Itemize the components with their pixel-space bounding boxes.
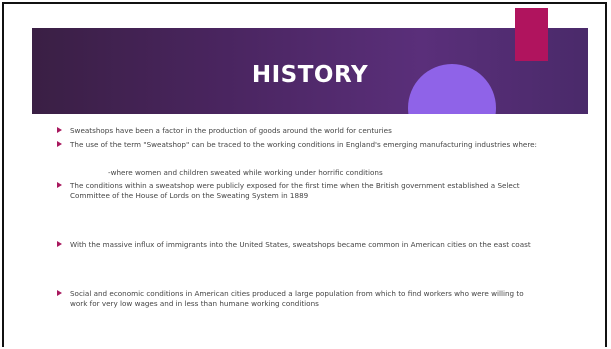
slide-title: HISTORY: [251, 62, 369, 88]
bullet-arrow-icon: [57, 141, 62, 147]
bullet-item: The use of the term "Sweatshop" can be t…: [57, 140, 540, 150]
bullet-item: The conditions within a sweatshop were p…: [57, 181, 540, 200]
bullet-item: Sweatshops have been a factor in the pro…: [57, 126, 540, 136]
bullet-text: Sweatshops have been a factor in the pro…: [70, 126, 392, 135]
decorative-magenta-bar: [515, 8, 548, 61]
bullet-text: The conditions within a sweatshop were p…: [70, 181, 520, 200]
bullet-arrow-icon: [57, 182, 62, 188]
title-banner: HISTORY: [32, 28, 588, 114]
bullet-item: With the massive influx of immigrants in…: [57, 240, 540, 250]
sub-bullet-text: -where women and children sweated while …: [108, 168, 383, 177]
bullet-text: Social and economic conditions in Americ…: [70, 289, 524, 308]
bullet-arrow-icon: [57, 241, 62, 247]
bullet-arrow-icon: [57, 290, 62, 296]
bullet-arrow-icon: [57, 127, 62, 133]
bullet-item: Social and economic conditions in Americ…: [57, 289, 540, 308]
bullet-text: With the massive influx of immigrants in…: [70, 240, 531, 249]
bullet-text: The use of the term "Sweatshop" can be t…: [70, 140, 537, 149]
